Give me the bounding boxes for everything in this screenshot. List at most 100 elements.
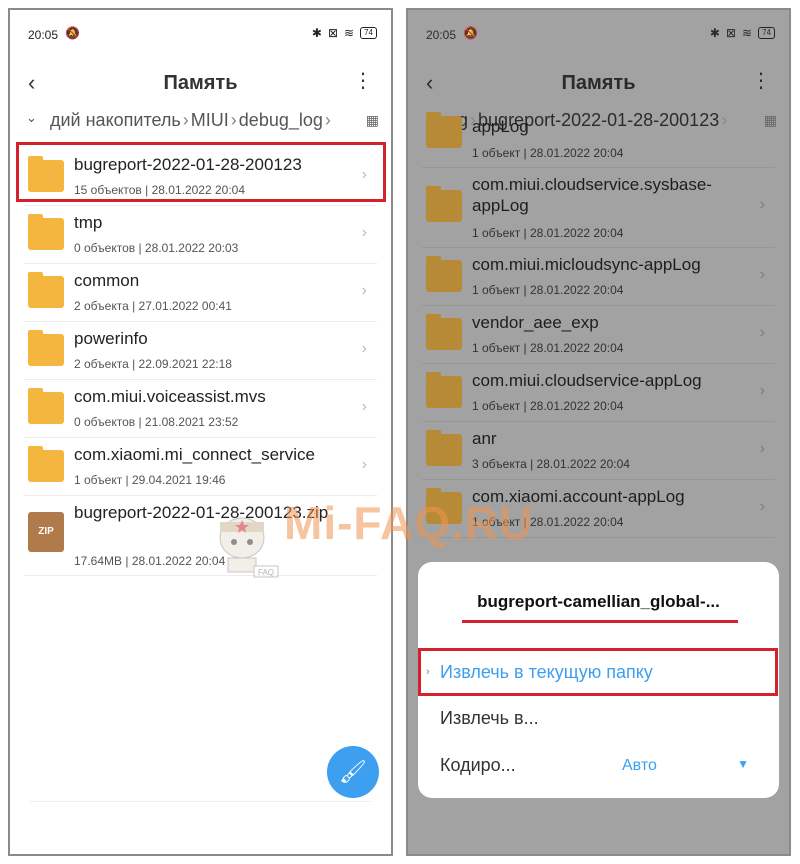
list-item[interactable]: com.miui.micloudsync-appLog 1 объект | 2…	[422, 248, 775, 306]
item-name: com.xiaomi.mi_connect_service	[74, 445, 315, 464]
watermark-text: Mi-FAQ.RU	[284, 497, 534, 549]
encoding-select[interactable]: Авто	[622, 757, 657, 775]
folder-icon	[28, 330, 64, 366]
page-title: Память	[561, 72, 636, 94]
item-name: com.miui.micloudsync-appLog	[472, 255, 701, 274]
item-name: appLog	[472, 117, 529, 136]
folder-icon	[426, 256, 462, 292]
breadcrumb-item[interactable]: дий накопитель	[50, 110, 181, 130]
chevron-right-icon: ›	[361, 398, 367, 415]
item-meta: 0 объектов | 21.08.2021 23:52	[74, 415, 239, 429]
list-item[interactable]: common 2 объекта | 27.01.2022 00:41 ›	[24, 264, 377, 322]
watermark-badge: FAQ	[258, 568, 274, 577]
breadcrumb-separator: ›	[230, 110, 237, 130]
chevron-right-icon: ›	[759, 196, 765, 213]
bluetooth-icon: ✱	[311, 26, 322, 40]
item-meta: 1 объект | 28.01.2022 20:04	[472, 226, 624, 240]
list-item[interactable]: com.xiaomi.mi_connect_service 1 объект |…	[24, 438, 377, 496]
status-icons: ✱ ⊠ ≋ 74	[312, 26, 377, 40]
chevron-right-icon: ›	[361, 456, 367, 473]
status-bar: 20:05 🔕 ✱ ⊠ ≋ 74	[408, 10, 789, 56]
folder-icon	[426, 186, 462, 222]
extract-to-option[interactable]: Извлечь в...	[440, 708, 539, 729]
item-meta: 2 объекта | 27.01.2022 00:41	[74, 299, 232, 313]
item-name: vendor_aee_exp	[472, 313, 599, 332]
file-list: appLog 1 объект | 28.01.2022 20:04 com.m…	[408, 112, 789, 538]
wifi-icon: ≋	[344, 26, 355, 40]
breadcrumb-separator: ›	[182, 110, 189, 130]
item-meta: 2 объекта | 22.09.2021 22:18	[74, 357, 232, 371]
item-meta: 17.64MB | 28.01.2022 20:04	[74, 554, 226, 568]
item-name: com.miui.cloudservice-appLog	[472, 371, 702, 390]
title-bar: ‹ Память ⋮	[408, 56, 789, 112]
mascot-watermark: FAQ	[219, 517, 279, 578]
item-meta: 1 объект | 28.01.2022 20:04	[472, 341, 624, 355]
item-meta: 3 объекта | 28.01.2022 20:04	[472, 457, 630, 471]
list-item[interactable]: appLog 1 объект | 28.01.2022 20:04	[422, 112, 775, 168]
item-meta: 1 объект | 28.01.2022 20:04	[472, 146, 624, 160]
wifi-icon: ≋	[742, 26, 753, 40]
more-options-icon[interactable]: ⋮	[353, 68, 373, 93]
breadcrumb: ⌄ дий накопитель › MIUI › debug_log › ▦	[10, 108, 391, 138]
no-sim-icon: ⊠	[327, 26, 339, 40]
title-bar: ‹ Память ⋮	[10, 56, 391, 112]
view-grid-icon[interactable]: ▦	[366, 112, 379, 129]
item-meta: 1 объект | 28.01.2022 20:04	[472, 399, 624, 413]
item-meta: 0 объектов | 28.01.2022 20:03	[74, 241, 239, 255]
page-title: Память	[163, 72, 238, 94]
left-phone-screen: 20:05 🔕 ✱ ⊠ ≋ 74 ‹ Память ⋮ ⌄ дий накопи…	[8, 8, 393, 856]
breadcrumb-item[interactable]: MIUI	[191, 110, 229, 130]
divider	[30, 801, 371, 802]
item-meta: 1 объект | 29.04.2021 19:46	[74, 473, 226, 487]
status-time: 20:05	[28, 28, 59, 42]
folder-icon	[426, 372, 462, 408]
status-icons: ✱ ⊠ ≋ 74	[710, 26, 775, 40]
mute-icon: 🔕	[65, 26, 80, 40]
title-underline	[462, 620, 738, 623]
chevron-right-icon: ›	[759, 266, 765, 283]
status-time: 20:05	[426, 28, 457, 42]
encoding-label: Кодиро...	[440, 755, 516, 775]
item-meta: 1 объект | 28.01.2022 20:04	[472, 283, 624, 297]
folder-icon	[426, 112, 462, 148]
dropdown-caret-icon[interactable]: ▼	[737, 757, 749, 771]
more-options-icon[interactable]: ⋮	[751, 68, 771, 93]
folder-icon	[28, 214, 64, 250]
folder-icon	[28, 388, 64, 424]
folder-icon	[28, 446, 64, 482]
status-bar: 20:05 🔕 ✱ ⊠ ≋ 74	[10, 10, 391, 56]
list-item[interactable]: com.miui.cloudservice-appLog 1 объект | …	[422, 364, 775, 422]
bluetooth-icon: ✱	[709, 26, 720, 40]
battery-icon: 74	[758, 27, 775, 39]
chevron-right-icon: ›	[361, 224, 367, 241]
item-name: anr	[472, 429, 497, 448]
list-item[interactable]: powerinfo 2 объекта | 22.09.2021 22:18 ›	[24, 322, 377, 380]
chevron-down-icon[interactable]: ⌄	[26, 110, 37, 126]
zip-file-icon: ZIP	[28, 512, 64, 552]
item-name: powerinfo	[74, 329, 148, 348]
mute-icon: 🔕	[463, 26, 478, 40]
list-item[interactable]: com.miui.voiceassist.mvs 0 объектов | 21…	[24, 380, 377, 438]
list-item[interactable]: com.miui.cloudservice.sysbase-appLog 1 о…	[422, 168, 775, 248]
chevron-right-icon: ›	[361, 340, 367, 357]
breadcrumb-item[interactable]: debug_log	[239, 110, 323, 130]
breadcrumb-separator: ›	[324, 110, 331, 130]
no-sim-icon: ⊠	[725, 26, 737, 40]
chevron-right-icon: ›	[759, 440, 765, 457]
chevron-right-icon: ›	[759, 382, 765, 399]
highlight-box	[16, 142, 386, 202]
battery-icon: 74	[360, 27, 377, 39]
clean-brush-button[interactable]: 🖌	[327, 746, 379, 798]
folder-icon	[426, 314, 462, 350]
item-name: com.miui.voiceassist.mvs	[74, 387, 266, 406]
list-item[interactable]: anr 3 объекта | 28.01.2022 20:04 ›	[422, 422, 775, 480]
highlight-box	[418, 648, 778, 696]
item-name: common	[74, 271, 140, 290]
folder-icon	[28, 272, 64, 308]
list-item[interactable]: tmp 0 объектов | 28.01.2022 20:03 ›	[24, 206, 377, 264]
sheet-title: bugreport-camellian_global-...	[477, 592, 720, 611]
chevron-right-icon: ›	[759, 324, 765, 341]
chevron-right-icon: ›	[759, 498, 765, 515]
list-item[interactable]: vendor_aee_exp 1 объект | 28.01.2022 20:…	[422, 306, 775, 364]
folder-icon	[426, 430, 462, 466]
